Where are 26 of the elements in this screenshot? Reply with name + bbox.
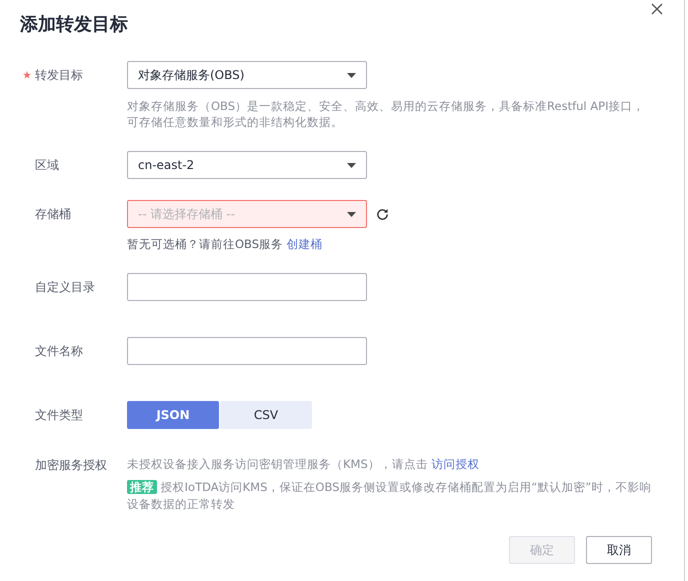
close-icon[interactable]: [651, 3, 663, 15]
field-label: 转发目标: [35, 66, 83, 84]
select-field[interactable]: cn-east-2: [127, 151, 367, 179]
recommend-note: 推荐 授权IoTDA访问KMS，保证在OBS服务侧设置或修改存储桶配置为启用“默认加密”时，不影响设备数据的正常转发: [127, 479, 652, 513]
field-label: 文件类型: [35, 406, 83, 424]
dialog-title: 添加转发目标: [20, 14, 128, 35]
file-type-option[interactable]: CSV: [220, 401, 312, 429]
field-label: 自定义目录: [35, 278, 95, 296]
hint-text: 暂无可选桶？请前往OBS服务 创建桶: [127, 236, 324, 252]
field-label: 加密服务授权: [35, 456, 107, 474]
field-label: 文件名称: [35, 342, 83, 360]
caret-icon: [347, 212, 356, 216]
auth-text: 未授权设备接入服务访问密钥管理服务（KMS），请点击 访问授权: [127, 457, 480, 472]
create-bucket-link[interactable]: 创建桶: [286, 237, 323, 251]
caret-icon: [347, 162, 356, 168]
help-text: 对象存储服务（OBS）是一款稳定、安全、高效、易用的云存储服务，具备标准Restful API接口，可存储任意数量和形式的非结构化数据。: [127, 98, 646, 130]
select-field[interactable]: 对象存储服务(OBS): [127, 61, 367, 89]
authorize-link[interactable]: 访问授权: [431, 457, 480, 471]
caret-icon: [347, 72, 356, 78]
text-input[interactable]: [127, 337, 367, 365]
field-label: 存储桶: [35, 206, 71, 222]
text-input[interactable]: [127, 273, 367, 301]
refresh-icon[interactable]: [376, 208, 389, 220]
dialog-button[interactable]: 取消: [586, 536, 652, 564]
file-type-option[interactable]: JSON: [127, 401, 219, 429]
field-label: 区域: [35, 156, 59, 174]
